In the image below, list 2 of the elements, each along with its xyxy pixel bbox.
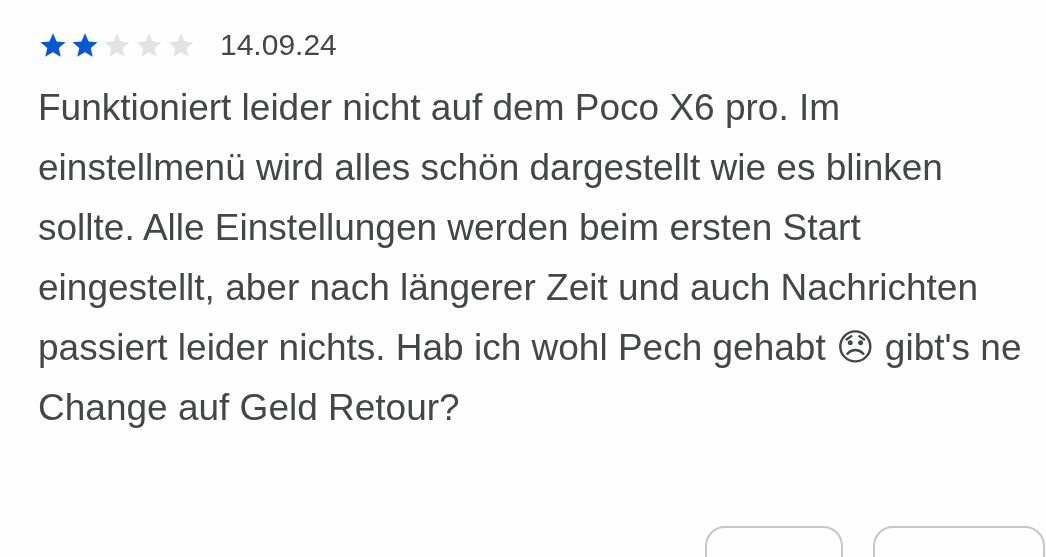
review-date: 14.09.24 (220, 28, 337, 62)
review-text: Funktioniert leider nicht auf dem Poco X6 pro. Im einstellmenü wird alles schön dargestellt wie es blinken sollte. Alle Einstellungen werden beim ersten Start eingestellt, aber nach längerer Zeit und auch Nachrichten passiert leider nichts. Hab ich wohl Pech gehabt 😞 gibt's ne Change auf Geld Retour? (38, 86, 1023, 430)
